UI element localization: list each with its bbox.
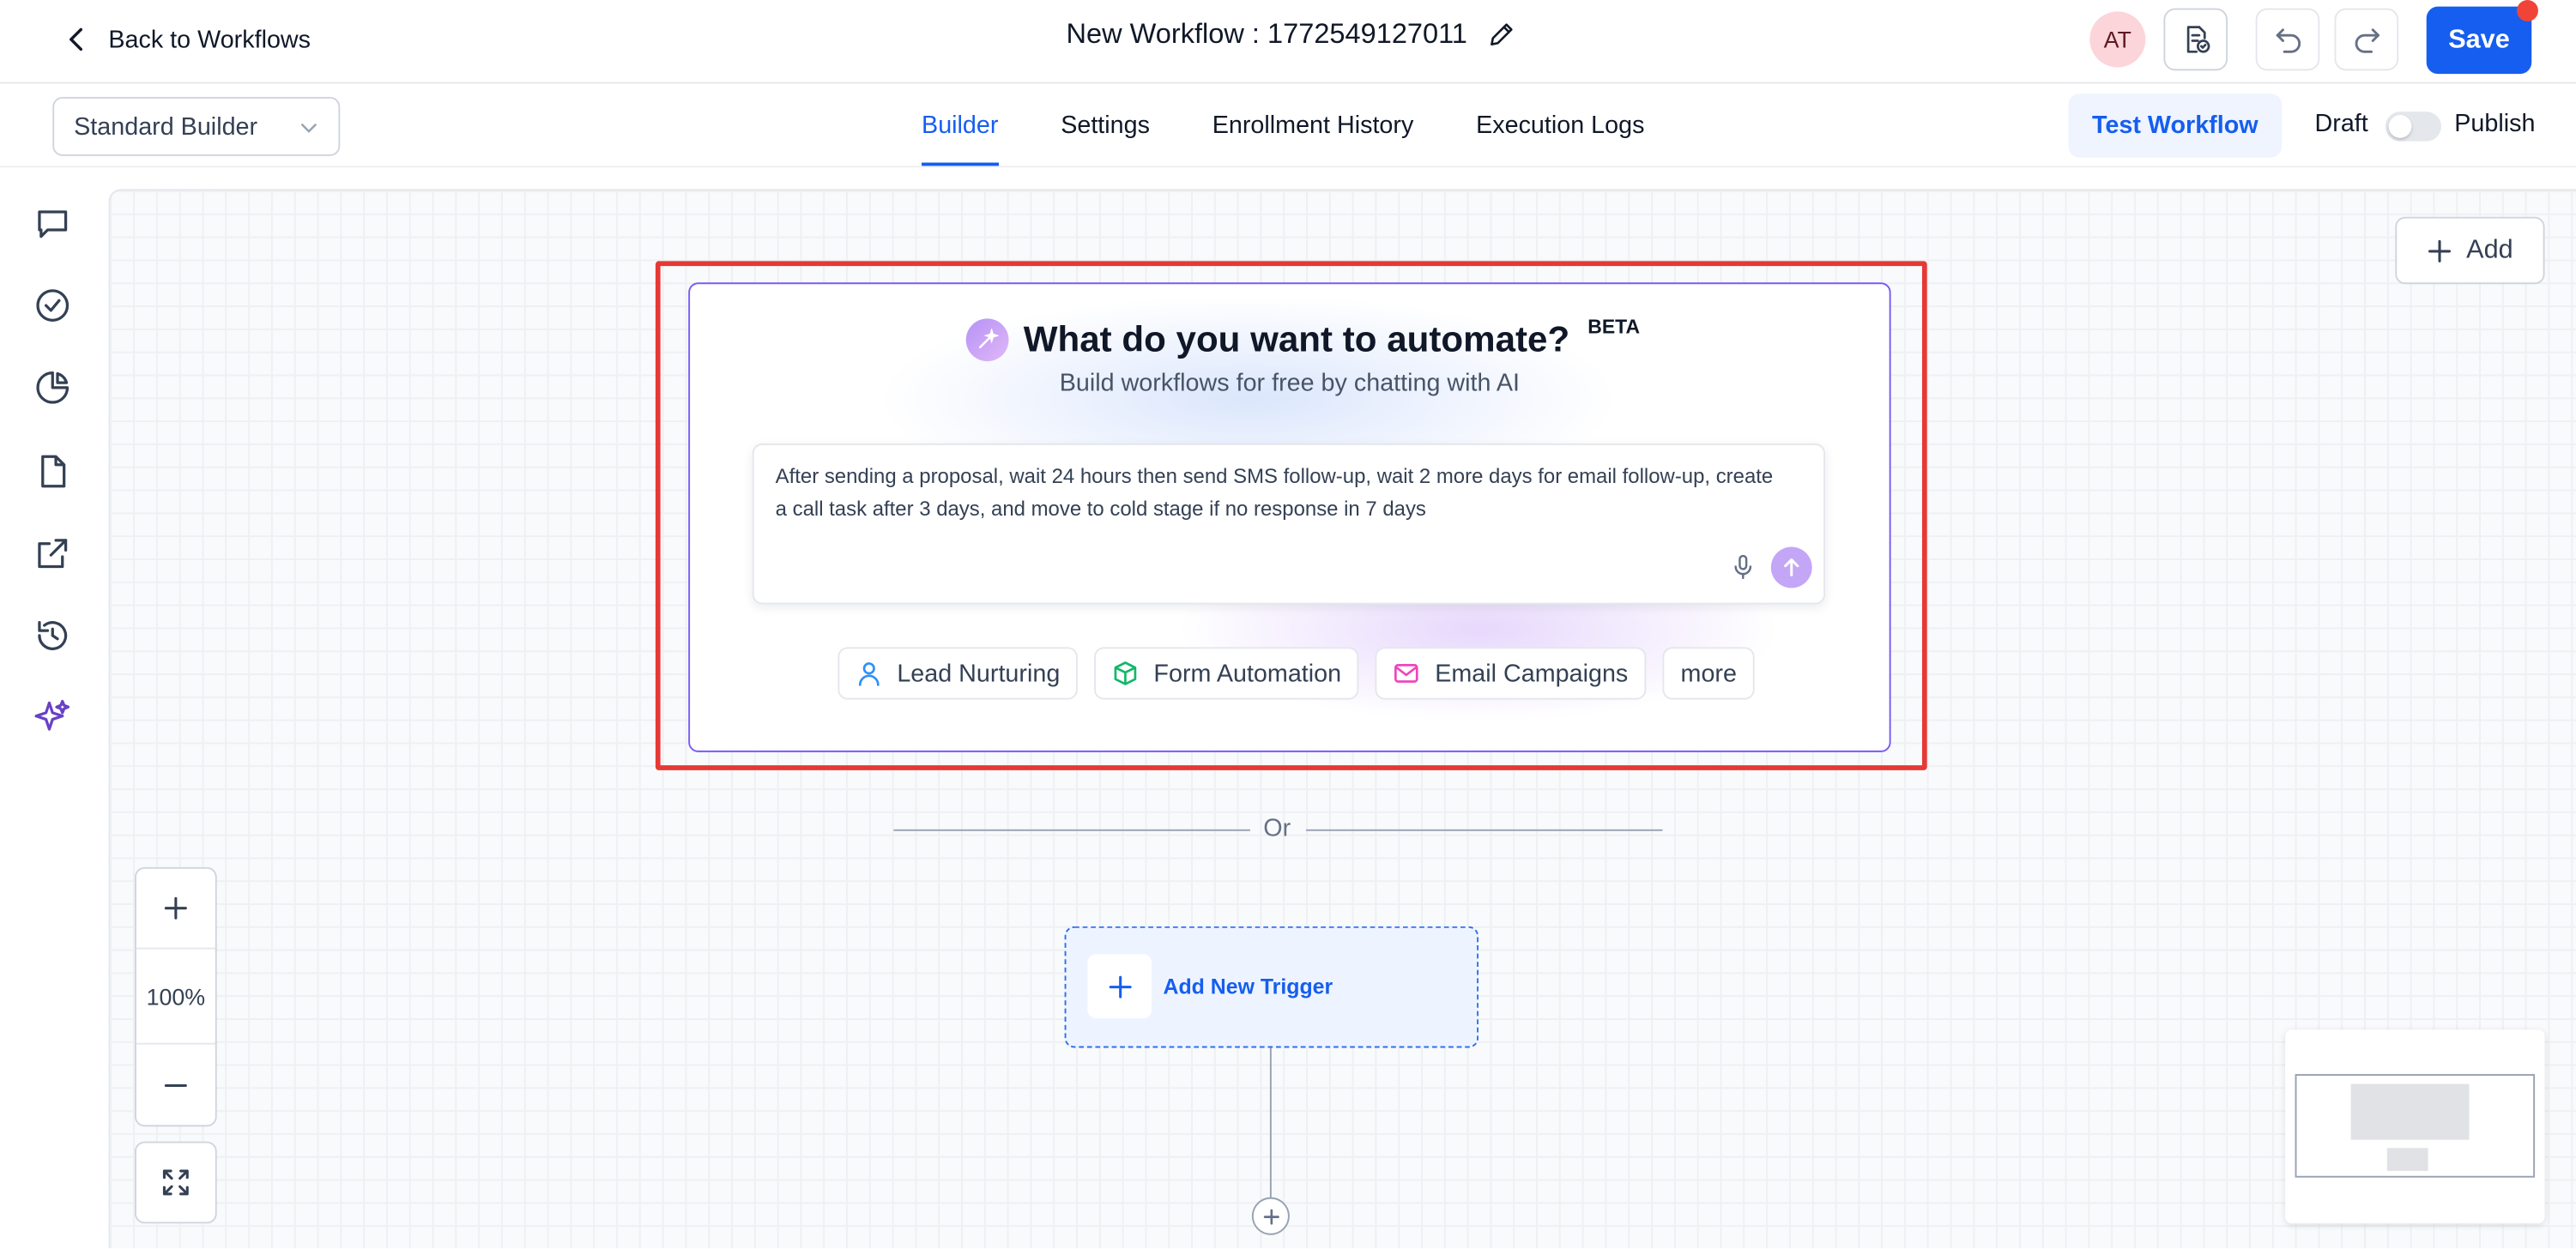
chip-lead-nurturing[interactable]: Lead Nurturing: [838, 647, 1079, 700]
rail-item-ai[interactable]: [33, 698, 72, 738]
builder-toolbar: Standard Builder Builder Settings Enroll…: [0, 83, 2576, 168]
add-step-button[interactable]: [1251, 1197, 1290, 1235]
rail-item-comments[interactable]: [33, 203, 72, 243]
save-button[interactable]: Save: [2426, 6, 2532, 75]
rail-item-tasks[interactable]: [33, 286, 72, 325]
publish-label: Publish: [2454, 110, 2536, 138]
minimap-node: [2350, 1083, 2470, 1140]
ai-title: What do you want to automate?: [1023, 318, 1570, 360]
zoom-out-button[interactable]: [136, 1045, 215, 1127]
external-link-icon: [38, 539, 68, 569]
divider-line-right: [1306, 829, 1663, 831]
top-header: Back to Workflows New Workflow : 1772549…: [0, 0, 2576, 84]
history-icon: [38, 620, 68, 650]
workflow-notes-button[interactable]: [2163, 8, 2228, 71]
user-icon: [858, 662, 880, 686]
sparkle-icon: [34, 699, 70, 731]
workflow-title-text: New Workflow : 1772549127011: [1066, 18, 1467, 50]
ai-prompt-text[interactable]: After sending a proposal, wait 24 hours …: [776, 460, 1778, 526]
redo-icon: [2354, 28, 2379, 53]
publish-toggle[interactable]: [2385, 112, 2441, 142]
tab-enrollment-history[interactable]: Enrollment History: [1212, 84, 1414, 166]
workflow-builder-page: Back to Workflows New Workflow : 1772549…: [0, 0, 2576, 1249]
add-new-trigger-card[interactable]: Add New Trigger: [1064, 926, 1479, 1048]
test-workflow-button[interactable]: Test Workflow: [2068, 94, 2283, 158]
tab-execution-logs[interactable]: Execution Logs: [1476, 84, 1644, 166]
chevron-left-icon: [70, 27, 83, 51]
builder-mode-value: Standard Builder: [74, 112, 258, 141]
minimap[interactable]: [2285, 1029, 2545, 1224]
left-icon-rail: [0, 167, 106, 1249]
add-button[interactable]: Add: [2395, 216, 2545, 285]
minimap-node: [2386, 1148, 2428, 1172]
microphone-icon[interactable]: [1730, 553, 1757, 580]
document-icon: [41, 455, 66, 488]
undo-icon: [2275, 28, 2301, 53]
add-label: Add: [2466, 235, 2513, 264]
cube-icon: [1115, 661, 1137, 685]
chip-form-automation[interactable]: Form Automation: [1094, 647, 1360, 700]
tab-builder[interactable]: Builder: [922, 84, 998, 166]
chevron-down-icon: [301, 124, 317, 133]
mail-icon: [1394, 664, 1419, 683]
plus-icon: [1108, 974, 1131, 998]
trigger-plus-box: [1087, 954, 1152, 1018]
draft-label: Draft: [2314, 110, 2368, 138]
chip-label: Lead Nurturing: [897, 659, 1061, 688]
trigger-label: Add New Trigger: [1163, 974, 1333, 999]
ai-automate-panel: What do you want to automate? BETA Build…: [688, 282, 1891, 752]
send-prompt-button[interactable]: [1770, 546, 1812, 588]
plus-icon: [2428, 238, 2452, 262]
beta-badge: BETA: [1587, 315, 1641, 339]
builder-tabs: Builder Settings Enrollment History Exec…: [922, 84, 1707, 166]
connector-line: [1269, 1047, 1272, 1199]
builder-mode-select[interactable]: Standard Builder: [52, 96, 341, 156]
magic-wand-icon: [978, 328, 1000, 348]
plus-icon: [164, 896, 187, 920]
chip-label: Form Automation: [1153, 659, 1342, 688]
notification-dot: [2517, 0, 2538, 21]
ai-heading: What do you want to automate? BETA: [965, 315, 1641, 362]
rail-item-external[interactable]: [33, 534, 72, 573]
ai-prompt-input[interactable]: After sending a proposal, wait 24 hours …: [752, 443, 1826, 605]
chip-email-campaigns[interactable]: Email Campaigns: [1376, 647, 1647, 700]
undo-button[interactable]: [2255, 8, 2320, 71]
zoom-in-button[interactable]: [136, 869, 215, 950]
back-to-workflows-link[interactable]: Back to Workflows: [63, 20, 311, 59]
rail-item-documents[interactable]: [33, 451, 72, 491]
ai-subtitle: Build workflows for free by chatting wit…: [1059, 369, 1521, 398]
chip-label: more: [1680, 659, 1737, 688]
chip-more[interactable]: more: [1662, 647, 1756, 700]
chat-icon: [38, 210, 68, 238]
user-avatar[interactable]: AT: [2089, 11, 2146, 68]
fit-to-screen-button[interactable]: [134, 1141, 217, 1224]
zoom-controls: 100%: [134, 866, 217, 1127]
divider-line-left: [893, 829, 1250, 831]
pencil-icon[interactable]: [1487, 20, 1516, 49]
check-circle-icon: [36, 289, 70, 322]
arrow-up-icon: [1784, 558, 1799, 576]
minus-icon: [164, 1083, 187, 1088]
tab-settings[interactable]: Settings: [1061, 84, 1150, 166]
or-label: Or: [1263, 814, 1291, 843]
suggestion-chips: Lead Nurturing Form Automation Email Cam…: [838, 647, 1756, 700]
zoom-level: 100%: [136, 950, 215, 1045]
rail-item-stats[interactable]: [33, 368, 72, 407]
back-label: Back to Workflows: [108, 25, 311, 54]
rail-item-history[interactable]: [33, 616, 72, 655]
redo-button[interactable]: [2334, 8, 2399, 71]
ai-sparkle-badge: [965, 318, 1009, 362]
plus-icon: [1262, 1208, 1279, 1224]
document-check-icon: [2186, 26, 2210, 53]
expand-icon: [162, 1169, 189, 1196]
chip-label: Email Campaigns: [1435, 659, 1629, 688]
workflow-title: New Workflow : 1772549127011: [1067, 18, 1517, 51]
pie-chart-icon: [36, 371, 70, 404]
